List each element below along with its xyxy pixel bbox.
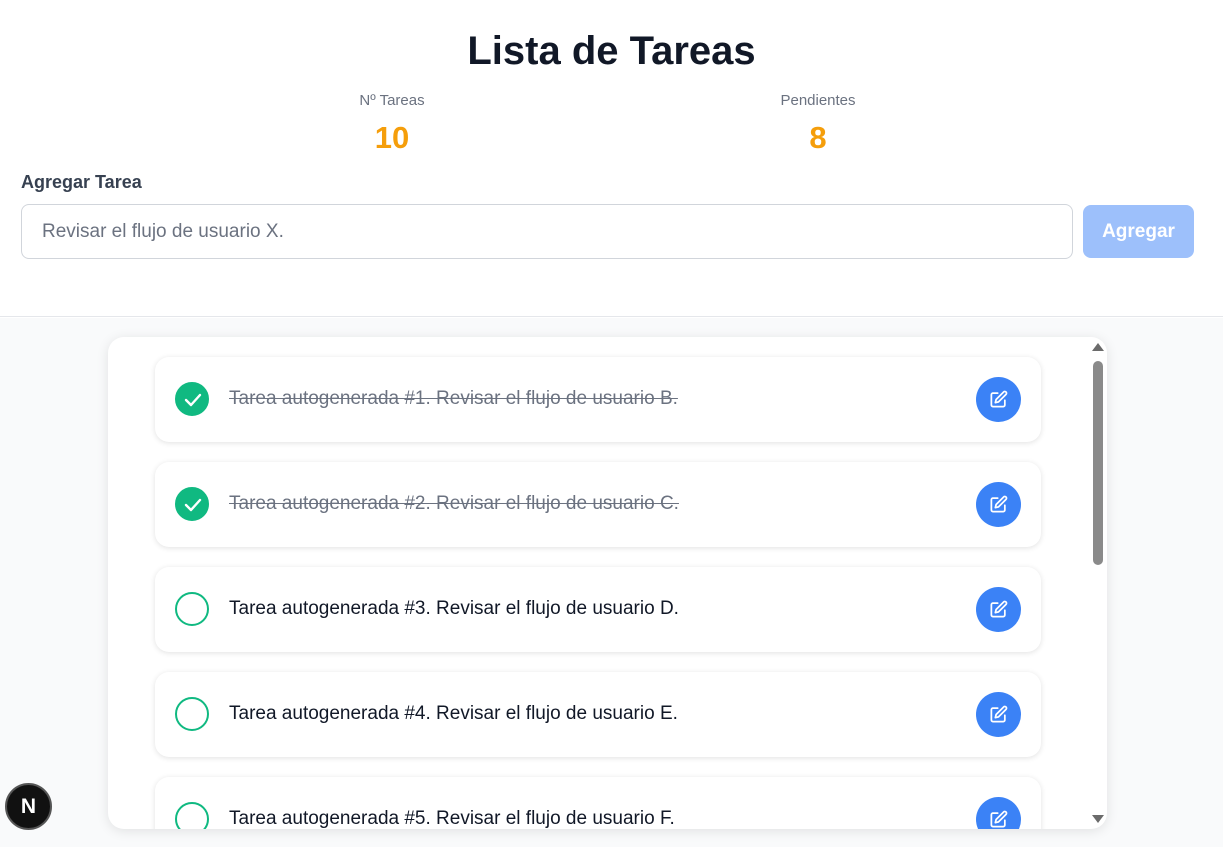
task-item: Tarea autogenerada #3. Revisar el flujo … bbox=[155, 567, 1041, 652]
task-text: Tarea autogenerada #2. Revisar el flujo … bbox=[229, 493, 679, 514]
task-item: Tarea autogenerada #5. Revisar el flujo … bbox=[155, 777, 1041, 829]
task-text: Tarea autogenerada #3. Revisar el flujo … bbox=[229, 598, 679, 619]
task-toggle-checkbox[interactable] bbox=[175, 697, 209, 731]
edit-task-button[interactable] bbox=[976, 797, 1021, 829]
check-icon bbox=[184, 498, 202, 512]
task-toggle-checkbox[interactable] bbox=[175, 487, 209, 521]
task-item: Tarea autogenerada #1. Revisar el flujo … bbox=[155, 357, 1041, 442]
task-list-panel: Tarea autogenerada #1. Revisar el flujo … bbox=[108, 337, 1107, 829]
task-list-scrollbar[interactable] bbox=[1090, 337, 1106, 829]
stat-pending-tasks: Pendientes 8 bbox=[718, 92, 918, 158]
pencil-square-icon bbox=[990, 810, 1008, 828]
pencil-square-icon bbox=[990, 495, 1008, 513]
stat-total-value: 10 bbox=[374, 120, 410, 155]
edit-task-button[interactable] bbox=[976, 377, 1021, 422]
stat-pending-value: 8 bbox=[809, 120, 827, 155]
task-toggle-checkbox[interactable] bbox=[175, 382, 209, 416]
stat-total-tasks: Nº Tareas 10 bbox=[292, 92, 492, 158]
stat-total-label: Nº Tareas bbox=[359, 92, 425, 109]
dev-tools-badge[interactable]: N bbox=[5, 783, 52, 830]
header: Lista de Tareas Nº Tareas 10 Pendientes … bbox=[0, 0, 1223, 317]
edit-task-button[interactable] bbox=[976, 482, 1021, 527]
pencil-square-icon bbox=[990, 705, 1008, 723]
task-list-area: Tarea autogenerada #1. Revisar el flujo … bbox=[0, 318, 1223, 847]
chevron-down-icon[interactable] bbox=[1092, 815, 1104, 823]
page-title: Lista de Tareas bbox=[467, 29, 756, 73]
add-task-label: Agregar Tarea bbox=[21, 172, 142, 192]
task-text: Tarea autogenerada #5. Revisar el flujo … bbox=[229, 808, 675, 829]
edit-task-button[interactable] bbox=[976, 587, 1021, 632]
task-text: Tarea autogenerada #4. Revisar el flujo … bbox=[229, 703, 678, 724]
scrollbar-thumb[interactable] bbox=[1093, 361, 1103, 565]
pencil-square-icon bbox=[990, 600, 1008, 618]
add-task-input[interactable] bbox=[21, 204, 1073, 259]
add-task-button[interactable]: Agregar bbox=[1083, 205, 1194, 258]
task-text: Tarea autogenerada #1. Revisar el flujo … bbox=[229, 388, 678, 409]
stat-pending-label: Pendientes bbox=[780, 92, 856, 109]
pencil-square-icon bbox=[990, 390, 1008, 408]
chevron-up-icon[interactable] bbox=[1092, 343, 1104, 351]
task-item: Tarea autogenerada #4. Revisar el flujo … bbox=[155, 672, 1041, 757]
task-toggle-checkbox[interactable] bbox=[175, 592, 209, 626]
task-item: Tarea autogenerada #2. Revisar el flujo … bbox=[155, 462, 1041, 547]
edit-task-button[interactable] bbox=[976, 692, 1021, 737]
task-toggle-checkbox[interactable] bbox=[175, 802, 209, 829]
check-icon bbox=[184, 393, 202, 407]
